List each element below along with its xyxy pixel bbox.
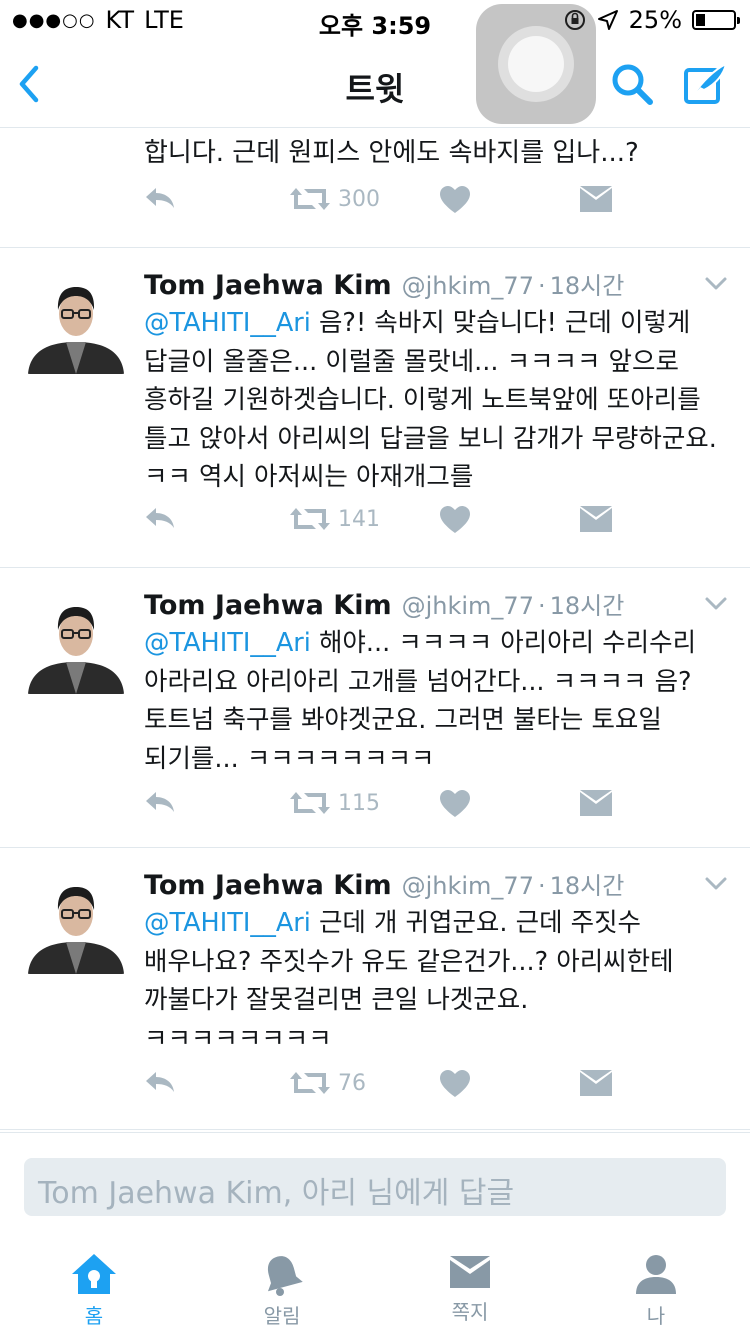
avatar[interactable] — [24, 270, 128, 374]
search-icon[interactable] — [608, 60, 656, 108]
status-bar: ●●●○○ KT LTE 오후 3:59 25% — [0, 0, 750, 40]
tweet-actions: 141 — [0, 506, 750, 546]
mention-link[interactable]: @TAHITI__Ari — [144, 308, 311, 338]
separator-dot: · — [537, 272, 546, 300]
reply-button[interactable] — [144, 186, 176, 210]
avatar[interactable] — [24, 870, 128, 974]
tweet-header: Tom Jaehwa Kim @jhkim_77 · 18시간 — [144, 586, 624, 621]
retweet-button[interactable]: 76 — [290, 1070, 366, 1096]
tab-home[interactable]: 홈 — [44, 1242, 144, 1329]
tweet-item[interactable]: Tom Jaehwa Kim @jhkim_77 · 18시간 @TAHITI_… — [0, 848, 750, 1130]
tweet-actions: 300 — [0, 186, 750, 226]
tweet-text: @TAHITI__Ari 음?! 속바지 맞습니다! 근데 이렇게 답글이 올줄… — [144, 304, 724, 497]
separator-dot: · — [537, 872, 546, 900]
partial-tweet[interactable]: 합니다. 근데 원피스 안에도 속바지를 입나...? 300 — [0, 128, 750, 248]
person-icon — [636, 1255, 676, 1294]
tweet-feed[interactable]: 합니다. 근데 원피스 안에도 속바지를 입나...? 300 Tom Jaeh… — [0, 128, 750, 1138]
navigation-bar: 트윗 — [0, 40, 750, 128]
author-handle[interactable]: @jhkim_77 — [402, 872, 534, 900]
author-handle[interactable]: @jhkim_77 — [402, 592, 534, 620]
reply-icon — [146, 188, 174, 208]
tab-bar: 홈 알림 쪽지 나 — [0, 1242, 750, 1334]
reply-button[interactable] — [144, 790, 176, 814]
divider — [0, 1132, 750, 1133]
heart-icon — [440, 186, 470, 213]
retweet-count: 141 — [338, 506, 380, 532]
retweet-button[interactable]: 141 — [290, 506, 380, 532]
separator-dot: · — [537, 592, 546, 620]
retweet-icon — [290, 792, 330, 814]
heart-icon — [440, 790, 470, 817]
tweet-time: 18시간 — [549, 272, 625, 300]
battery-icon — [692, 10, 740, 30]
tweet-header: Tom Jaehwa Kim @jhkim_77 · 18시간 — [144, 866, 624, 901]
reply-icon — [146, 1072, 174, 1092]
tweet-text: @TAHITI__Ari 해야... ㅋㅋㅋㅋ 아리아리 수리수리 아라리요 아… — [144, 624, 724, 778]
like-button[interactable] — [440, 1070, 470, 1098]
retweet-icon — [290, 1072, 330, 1094]
author-name[interactable]: Tom Jaehwa Kim — [144, 590, 392, 621]
tweet-text: 합니다. 근데 원피스 안에도 속바지를 입나...? — [144, 138, 639, 168]
heart-icon — [440, 506, 470, 533]
tweet-text: @TAHITI__Ari 근데 개 귀엽군요. 근데 주짓수 배우나요? 주짓수… — [144, 904, 724, 1058]
direct-message-button[interactable] — [580, 186, 612, 212]
tab-messages[interactable]: 쪽지 — [420, 1242, 520, 1325]
like-button[interactable] — [440, 186, 470, 214]
tab-notifications[interactable]: 알림 — [232, 1242, 332, 1329]
retweet-icon — [290, 508, 330, 530]
like-button[interactable] — [440, 790, 470, 818]
reply-input[interactable]: Tom Jaehwa Kim, 아리 님에게 답글 — [24, 1158, 726, 1216]
assistive-touch-button[interactable] — [476, 4, 596, 124]
tweet-time: 18시간 — [549, 592, 625, 620]
reply-button[interactable] — [144, 1070, 176, 1094]
compose-icon[interactable] — [680, 58, 732, 110]
author-name[interactable]: Tom Jaehwa Kim — [144, 870, 392, 901]
reply-button[interactable] — [144, 506, 176, 530]
direct-message-button[interactable] — [580, 790, 612, 816]
chevron-down-icon[interactable] — [704, 596, 728, 612]
tab-label: 나 — [646, 1304, 666, 1328]
battery-percent: 25% — [628, 6, 682, 34]
reply-icon — [146, 508, 174, 528]
tweet-time: 18시간 — [549, 872, 625, 900]
tab-label: 쪽지 — [451, 1300, 489, 1324]
like-button[interactable] — [440, 506, 470, 534]
location-arrow-icon — [597, 10, 618, 30]
retweet-button[interactable]: 115 — [290, 790, 380, 816]
direct-message-button[interactable] — [580, 1070, 612, 1096]
tab-label: 홈 — [84, 1304, 104, 1328]
mention-link[interactable]: @TAHITI__Ari — [144, 908, 311, 938]
retweet-count: 300 — [338, 186, 380, 212]
heart-icon — [440, 1070, 470, 1097]
tab-label: 알림 — [263, 1304, 301, 1328]
mention-link[interactable]: @TAHITI__Ari — [144, 628, 311, 658]
envelope-icon — [580, 1070, 612, 1096]
reply-icon — [146, 792, 174, 812]
envelope-icon — [450, 1256, 490, 1288]
bell-icon — [267, 1256, 303, 1296]
author-handle[interactable]: @jhkim_77 — [402, 272, 534, 300]
tweet-actions: 76 — [0, 1070, 750, 1110]
chevron-down-icon[interactable] — [704, 876, 728, 892]
envelope-icon — [580, 506, 612, 532]
envelope-icon — [580, 790, 612, 816]
avatar[interactable] — [24, 590, 128, 694]
author-name[interactable]: Tom Jaehwa Kim — [144, 270, 392, 301]
retweet-count: 115 — [338, 790, 380, 816]
tab-me[interactable]: 나 — [606, 1242, 706, 1329]
direct-message-button[interactable] — [580, 506, 612, 532]
tweet-actions: 115 — [0, 790, 750, 830]
retweet-count: 76 — [338, 1070, 366, 1096]
tweet-header: Tom Jaehwa Kim @jhkim_77 · 18시간 — [144, 266, 624, 301]
tweet-item[interactable]: Tom Jaehwa Kim @jhkim_77 · 18시간 @TAHITI_… — [0, 568, 750, 848]
retweet-icon — [290, 188, 330, 210]
tweet-item[interactable]: Tom Jaehwa Kim @jhkim_77 · 18시간 @TAHITI_… — [0, 248, 750, 568]
chevron-down-icon[interactable] — [704, 276, 728, 292]
envelope-icon — [580, 186, 612, 212]
home-icon — [72, 1254, 116, 1294]
retweet-button[interactable]: 300 — [290, 186, 380, 212]
